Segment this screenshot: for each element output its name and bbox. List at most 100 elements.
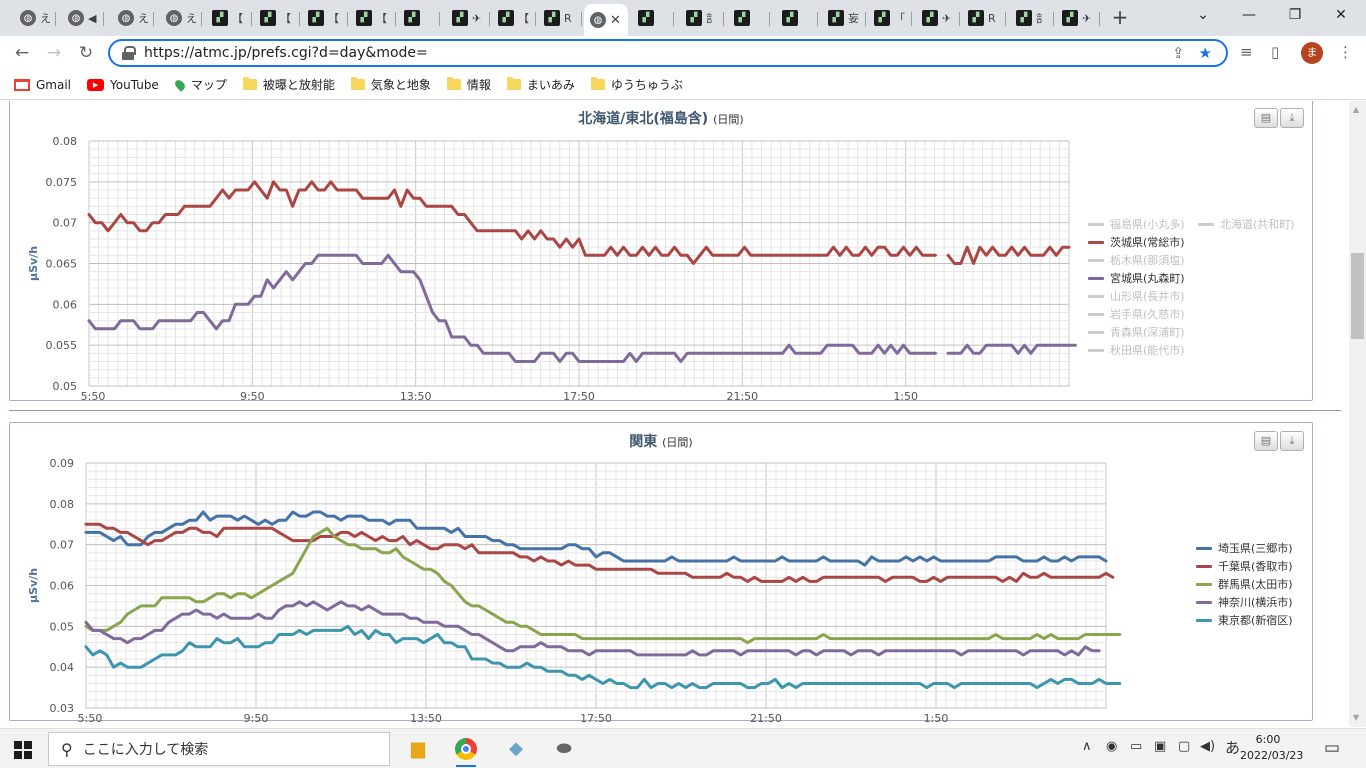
browser-tab[interactable]: ▞	[728, 6, 764, 30]
legend-swatch	[1196, 618, 1212, 622]
display-icon[interactable]: ▢	[1178, 739, 1190, 754]
browser-tab[interactable]: ▞ 【	[302, 6, 342, 30]
browser-tab[interactable]: ▞ 訁	[1010, 6, 1048, 30]
browser-tab[interactable]: ▞ 妄	[822, 6, 860, 30]
share-icon[interactable]: ⇪	[1172, 44, 1185, 62]
browser-tab[interactable]: ▞ R	[538, 6, 576, 30]
browser-tab[interactable]: ◍ え	[14, 6, 50, 30]
restore-button[interactable]: ❐	[1272, 4, 1318, 28]
browser-tab[interactable]: ▞	[776, 6, 812, 30]
new-tab-button[interactable]: +	[1108, 6, 1132, 30]
url-text[interactable]: https://atmc.jp/prefs.cgi?d=day&mode=	[144, 45, 1172, 61]
bookmark-label: 情報	[466, 78, 491, 92]
bookmark-item[interactable]: ゆうちゅうぶ	[590, 76, 683, 93]
minimize-button[interactable]: —	[1226, 4, 1272, 28]
legend-item[interactable]: 茨城県(常総市)	[1088, 234, 1185, 250]
site-favicon-icon: ▞	[1016, 10, 1032, 26]
legend-item[interactable]: 群馬県(太田市)	[1196, 576, 1293, 592]
file-explorer-icon[interactable]: ▆	[404, 735, 432, 763]
bookmark-item[interactable]: ▶ YouTube	[87, 78, 159, 92]
windows-start-icon[interactable]	[14, 741, 32, 759]
browser-tab[interactable]: ▞ 「	[868, 6, 906, 30]
x-tick-label: 21:50	[750, 712, 782, 722]
y-axis-title: µSv/h	[27, 568, 40, 603]
notification-icon[interactable]: ▭	[1324, 738, 1340, 758]
side-panel-icon[interactable]: ▯	[1271, 43, 1279, 61]
bookmark-item[interactable]: 気象と地象	[350, 76, 431, 93]
browser-tab[interactable]: ▞ ✈	[916, 6, 954, 30]
active-browser-tab[interactable]: ◍ ✕	[584, 4, 628, 36]
battery-icon[interactable]: ▭	[1130, 739, 1142, 754]
legend-item[interactable]: 北海道(共和町)	[1198, 216, 1295, 232]
close-tab-icon[interactable]: ✕	[610, 13, 621, 28]
legend-item[interactable]: 神奈川(横浜市)	[1196, 594, 1293, 610]
y-tick-label: 0.05	[50, 620, 75, 633]
scroll-down-arrow-icon[interactable]: ▼	[1353, 713, 1359, 722]
close-window-button[interactable]: ✕	[1318, 4, 1364, 28]
profile-avatar[interactable]: ま	[1301, 42, 1323, 64]
legend-swatch	[1088, 222, 1104, 226]
tab-label: 【	[518, 12, 529, 25]
browser-tab[interactable]: ▞ 訁	[680, 6, 718, 30]
back-button[interactable]: ←	[8, 40, 36, 68]
legend-item[interactable]: 栃木県(那須塩)	[1088, 252, 1185, 268]
bookmark-item[interactable]: まいあみ	[506, 76, 575, 93]
bookmark-star-icon[interactable]: ★	[1199, 44, 1212, 62]
lock-icon[interactable]	[122, 46, 136, 60]
browser-tab[interactable]: ▞ ✈	[1056, 6, 1094, 30]
legend-swatch	[1088, 240, 1104, 244]
app-icon[interactable]: ⬬	[550, 735, 578, 763]
tab-search-icon[interactable]: ⌄	[1180, 4, 1226, 28]
browser-tab[interactable]: ▞ 【	[350, 6, 390, 30]
forward-button[interactable]: →	[40, 40, 68, 68]
address-bar[interactable]: https://atmc.jp/prefs.cgi?d=day&mode= ⇪ …	[108, 39, 1228, 67]
volume-icon[interactable]: ◀)	[1200, 739, 1215, 754]
tab-separator	[251, 12, 252, 26]
tab-separator	[817, 12, 818, 26]
bookmark-item[interactable]: 情報	[446, 76, 491, 93]
browser-tab[interactable]: ◍ え	[160, 6, 196, 30]
browser-tab[interactable]: ◍ え	[112, 6, 148, 30]
browser-tab[interactable]: ▞ 【	[254, 6, 294, 30]
legend-item[interactable]: 宮城県(丸森町)	[1088, 270, 1185, 286]
browser-tab[interactable]: ◍ ◀	[62, 6, 98, 30]
browser-tab[interactable]: ▞	[398, 6, 434, 30]
site-favicon-icon: ▞	[638, 10, 654, 26]
bookmark-item[interactable]: 被曝と放射能	[242, 76, 335, 93]
legend-item[interactable]: 福島県(小丸多)	[1088, 216, 1185, 232]
notepad-app-icon[interactable]: ◆	[502, 735, 530, 763]
reload-button[interactable]: ↻	[72, 40, 100, 68]
clock[interactable]: 6:00 2022/03/23	[1240, 732, 1303, 764]
taskbar-search[interactable]: ⚲ ここに入力して検索	[48, 732, 390, 766]
menu-kebab-icon[interactable]: ⋮	[1338, 43, 1353, 61]
legend-item[interactable]: 山形県(長井市)	[1088, 288, 1185, 304]
meet-now-icon[interactable]: ◉	[1106, 739, 1117, 754]
tray-chevron-icon[interactable]: ∧	[1082, 739, 1092, 754]
reading-list-icon[interactable]: ≡	[1240, 43, 1253, 61]
browser-tab[interactable]: ▞	[632, 6, 668, 30]
youtube-icon: ▶	[87, 78, 105, 91]
tab-separator	[55, 12, 56, 26]
x-tick-label: 9:50	[244, 712, 269, 722]
network-icon[interactable]: ▣	[1154, 739, 1166, 754]
bookmark-item[interactable]: Gmail	[14, 78, 71, 92]
browser-tab[interactable]: ▞ 【	[492, 6, 530, 30]
ime-indicator[interactable]: あ	[1225, 737, 1240, 758]
legend-item[interactable]: 秋田県(能代市)	[1088, 342, 1185, 358]
gmail-icon	[14, 78, 30, 91]
bookmark-label: YouTube	[110, 77, 159, 92]
legend-item[interactable]: 埼玉県(三郷市)	[1196, 540, 1293, 556]
legend-item[interactable]: 岩手県(久慈市)	[1088, 306, 1185, 322]
legend-item[interactable]: 青森県(深浦町)	[1088, 324, 1185, 340]
legend-label: 福島県(小丸多)	[1110, 218, 1185, 231]
scrollbar-thumb[interactable]	[1351, 253, 1364, 339]
bookmark-item[interactable]: マップ	[173, 76, 227, 93]
browser-tab[interactable]: ▞ ✈	[446, 6, 484, 30]
browser-tab[interactable]: ▞ R	[962, 6, 1000, 30]
browser-tab[interactable]: ▞ 【	[206, 6, 246, 30]
page-scrollbar[interactable]: ▲ ▼	[1349, 101, 1366, 727]
legend-item[interactable]: 千葉県(香取市)	[1196, 558, 1293, 574]
chrome-taskbar-button[interactable]	[452, 735, 480, 767]
scroll-up-arrow-icon[interactable]: ▲	[1353, 105, 1359, 114]
legend-item[interactable]: 東京都(新宿区)	[1196, 612, 1293, 628]
